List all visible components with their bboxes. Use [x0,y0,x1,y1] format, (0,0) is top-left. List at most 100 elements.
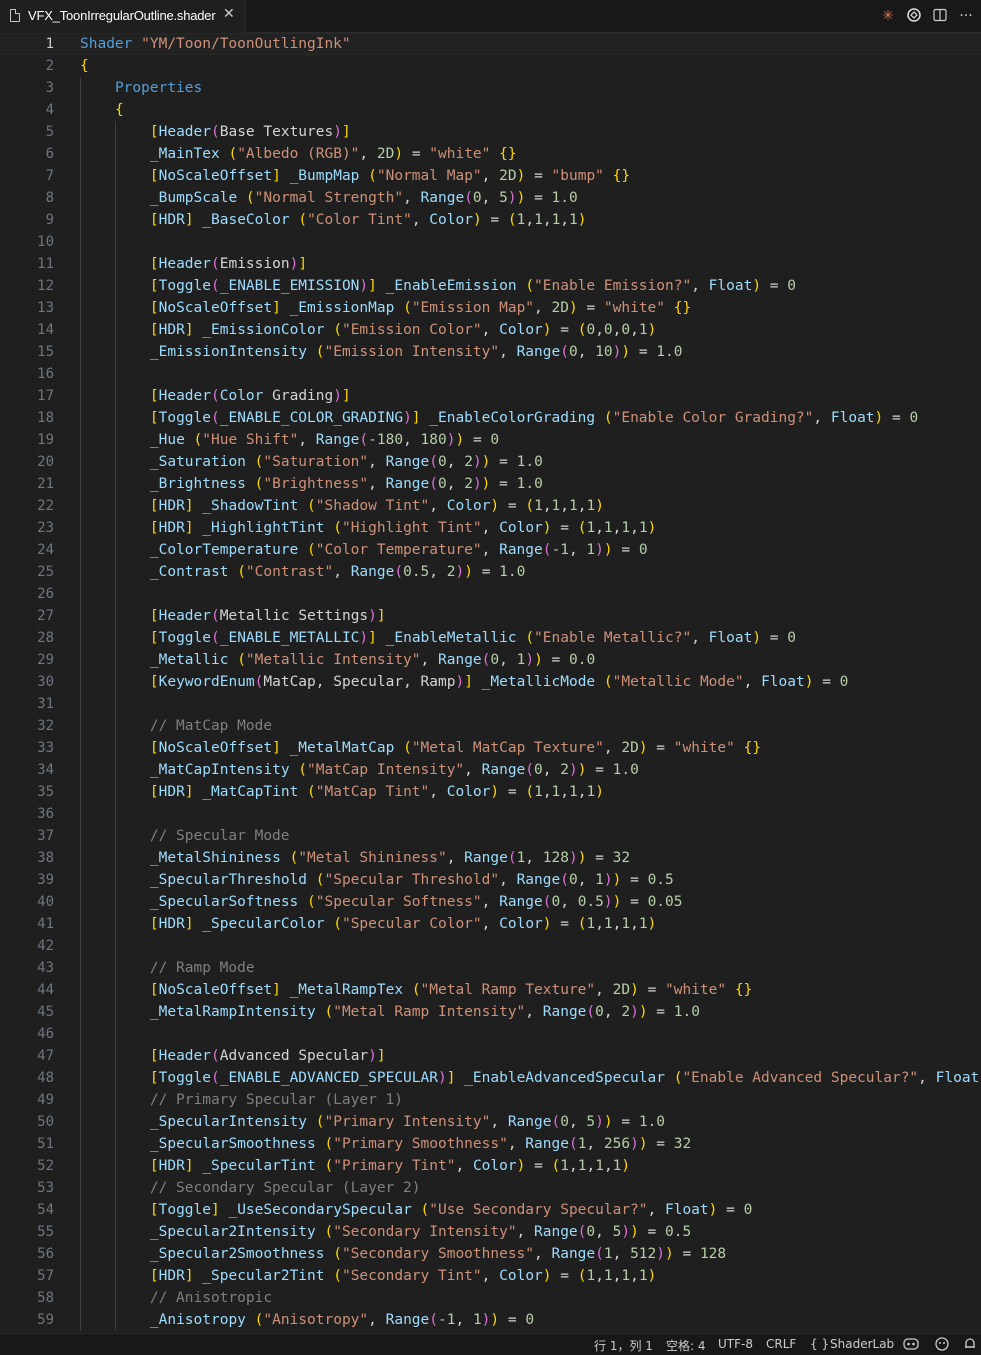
code-line[interactable]: 53 // Secondary Specular (Layer 2) [0,1177,981,1199]
line-number: 52 [37,1158,54,1174]
split-editor-icon[interactable] [931,7,949,25]
code-line[interactable]: 11 [Header(Emission)] [0,253,981,275]
code-line[interactable]: 28 [Toggle(_ENABLE_METALLIC)] _EnableMet… [0,627,981,649]
code-line[interactable]: 16 [0,363,981,385]
line-number: 34 [37,762,54,778]
code-line[interactable]: 7 [NoScaleOffset] _BumpMap ("Normal Map"… [0,165,981,187]
more-actions-icon[interactable]: ··· [957,7,975,25]
openai-icon[interactable] [905,7,923,25]
code-text: _Specular2Smoothness ("Secondary Smoothn… [149,1246,727,1262]
code-text: [Toggle(_ENABLE_METALLIC)] _EnableMetall… [149,630,796,646]
code-line[interactable]: 51 _SpecularSmoothness ("Primary Smoothn… [0,1133,981,1155]
code-line[interactable]: 5 [Header(Base Textures)] [0,121,981,143]
code-line[interactable]: 59 _Anisotropy ("Anisotropy", Range(-1, … [0,1309,981,1331]
code-text: [KeywordEnum(MatCap, Specular, Ramp)] _M… [149,674,849,690]
code-text: _MetalRampIntensity ("Metal Ramp Intensi… [149,1004,700,1020]
code-line[interactable]: 9 [HDR] _BaseColor ("Color Tint", Color)… [0,209,981,231]
code-line[interactable]: 17 [Header(Color Grading)] [0,385,981,407]
code-line[interactable]: 10 [0,231,981,253]
code-line[interactable]: 27 [Header(Metallic Settings)] [0,605,981,627]
code-line[interactable]: 29 _Metallic ("Metallic Intensity", Rang… [0,649,981,671]
code-text: [HDR] _EmissionColor ("Emission Color", … [149,322,657,338]
claude-icon[interactable]: ✳ [879,7,897,25]
code-text: { [80,58,89,74]
line-number: 51 [37,1136,54,1152]
code-line[interactable]: 35 [HDR] _MatCapTint ("MatCap Tint", Col… [0,781,981,803]
line-number: 59 [37,1312,54,1328]
line-number: 45 [37,1004,54,1020]
code-line[interactable]: 54 [Toggle] _UseSecondarySpecular ("Use … [0,1199,981,1221]
cursor-position[interactable]: 行 1，列 1 [594,1337,653,1354]
line-number: 4 [45,102,54,118]
code-line[interactable]: 57 [HDR] _Specular2Tint ("Secondary Tint… [0,1265,981,1287]
code-text: // Primary Specular (Layer 1) [149,1092,404,1108]
code-line[interactable]: 31 [0,693,981,715]
code-line[interactable]: 13 [NoScaleOffset] _EmissionMap ("Emissi… [0,297,981,319]
feedback-icon[interactable] [934,1336,950,1355]
code-line[interactable]: 44 [NoScaleOffset] _MetalRampTex ("Metal… [0,979,981,1001]
close-icon[interactable]: ✕ [223,6,235,22]
code-line[interactable]: 38 _MetalShininess ("Metal Shininess", R… [0,847,981,869]
line-number: 15 [37,344,54,360]
eol-setting[interactable]: CRLF [766,1337,796,1351]
code-line[interactable]: 52 [HDR] _SpecularTint ("Primary Tint", … [0,1155,981,1177]
code-line[interactable]: 48 [Toggle(_ENABLE_ADVANCED_SPECULAR)] _… [0,1067,981,1089]
tab-title[interactable]: VFX_ToonIrregularOutline.shader [28,8,216,23]
language-mode[interactable]: ShaderLab [830,1337,894,1351]
code-line[interactable]: 21 _Brightness ("Brightness", Range(0, 2… [0,473,981,495]
code-line[interactable]: 26 [0,583,981,605]
code-line[interactable]: 12 [Toggle(_ENABLE_EMISSION)] _EnableEmi… [0,275,981,297]
code-line[interactable]: 1 Shader "YM/Toon/ToonOutlingInk" [0,33,981,55]
code-line[interactable]: 23 [HDR] _HighlightTint ("Highlight Tint… [0,517,981,539]
line-number: 50 [37,1114,54,1130]
code-line[interactable]: 42 [0,935,981,957]
tab-active-file[interactable]: VFX_ToonIrregularOutline.shader ✕ [0,0,246,33]
line-number: 27 [37,608,54,624]
code-line[interactable]: 19 _Hue ("Hue Shift", Range(-180, 180)) … [0,429,981,451]
code-line[interactable]: 40 _SpecularSoftness ("Specular Softness… [0,891,981,913]
code-line[interactable]: 39 _SpecularThreshold ("Specular Thresho… [0,869,981,891]
code-line[interactable]: 25 _Contrast ("Contrast", Range(0.5, 2))… [0,561,981,583]
code-line[interactable]: 50 _SpecularIntensity ("Primary Intensit… [0,1111,981,1133]
code-line[interactable]: 47 [Header(Advanced Specular)] [0,1045,981,1067]
code-text: // MatCap Mode [149,718,273,734]
code-line[interactable]: 3 Properties [0,77,981,99]
code-line[interactable]: 46 [0,1023,981,1045]
code-line[interactable]: 30 [KeywordEnum(MatCap, Specular, Ramp)]… [0,671,981,693]
indentation-setting[interactable]: 空格: 4 [666,1337,706,1354]
code-line[interactable]: 33 [NoScaleOffset] _MetalMatCap ("Metal … [0,737,981,759]
code-line[interactable]: 34 _MatCapIntensity ("MatCap Intensity",… [0,759,981,781]
bell-icon[interactable] [962,1336,978,1355]
code-line[interactable]: 14 [HDR] _EmissionColor ("Emission Color… [0,319,981,341]
line-number: 41 [37,916,54,932]
code-line[interactable]: 49 // Primary Specular (Layer 1) [0,1089,981,1111]
code-line[interactable]: 37 // Specular Mode [0,825,981,847]
code-editor[interactable]: 1 Shader "YM/Toon/ToonOutlingInk" 2{3 Prop… [0,33,981,1333]
code-line[interactable]: 8 _BumpScale ("Normal Strength", Range(0… [0,187,981,209]
code-line[interactable]: 18 [Toggle(_ENABLE_COLOR_GRADING)] _Enab… [0,407,981,429]
code-line[interactable]: 20 _Saturation ("Saturation", Range(0, 2… [0,451,981,473]
code-line[interactable]: 24 _ColorTemperature ("Color Temperature… [0,539,981,561]
line-number: 18 [37,410,54,426]
code-line[interactable]: 22 [HDR] _ShadowTint ("Shadow Tint", Col… [0,495,981,517]
copilot-icon[interactable] [902,1336,920,1355]
code-line[interactable]: 56 _Specular2Smoothness ("Secondary Smoo… [0,1243,981,1265]
encoding-setting[interactable]: UTF-8 [718,1337,753,1351]
code-text: // Secondary Specular (Layer 2) [149,1180,421,1196]
code-line[interactable]: 41 [HDR] _SpecularColor ("Specular Color… [0,913,981,935]
code-line[interactable]: 32 // MatCap Mode [0,715,981,737]
code-line[interactable]: 43 // Ramp Mode [0,957,981,979]
code-line[interactable]: 45 _MetalRampIntensity ("Metal Ramp Inte… [0,1001,981,1023]
code-line[interactable]: 6 _MainTex ("Albedo (RGB)", 2D) = "white… [0,143,981,165]
line-number: 35 [37,784,54,800]
code-line[interactable]: 58 // Anisotropic [0,1287,981,1309]
code-line[interactable]: 4 { [0,99,981,121]
line-number: 21 [37,476,54,492]
code-text: // Specular Mode [149,828,290,844]
line-number: 19 [37,432,54,448]
code-line[interactable]: 2{ [0,55,981,77]
code-line[interactable]: 36 [0,803,981,825]
code-line[interactable]: 15 _EmissionIntensity ("Emission Intensi… [0,341,981,363]
code-line[interactable]: 55 _Specular2Intensity ("Secondary Inten… [0,1221,981,1243]
line-number: 47 [37,1048,54,1064]
